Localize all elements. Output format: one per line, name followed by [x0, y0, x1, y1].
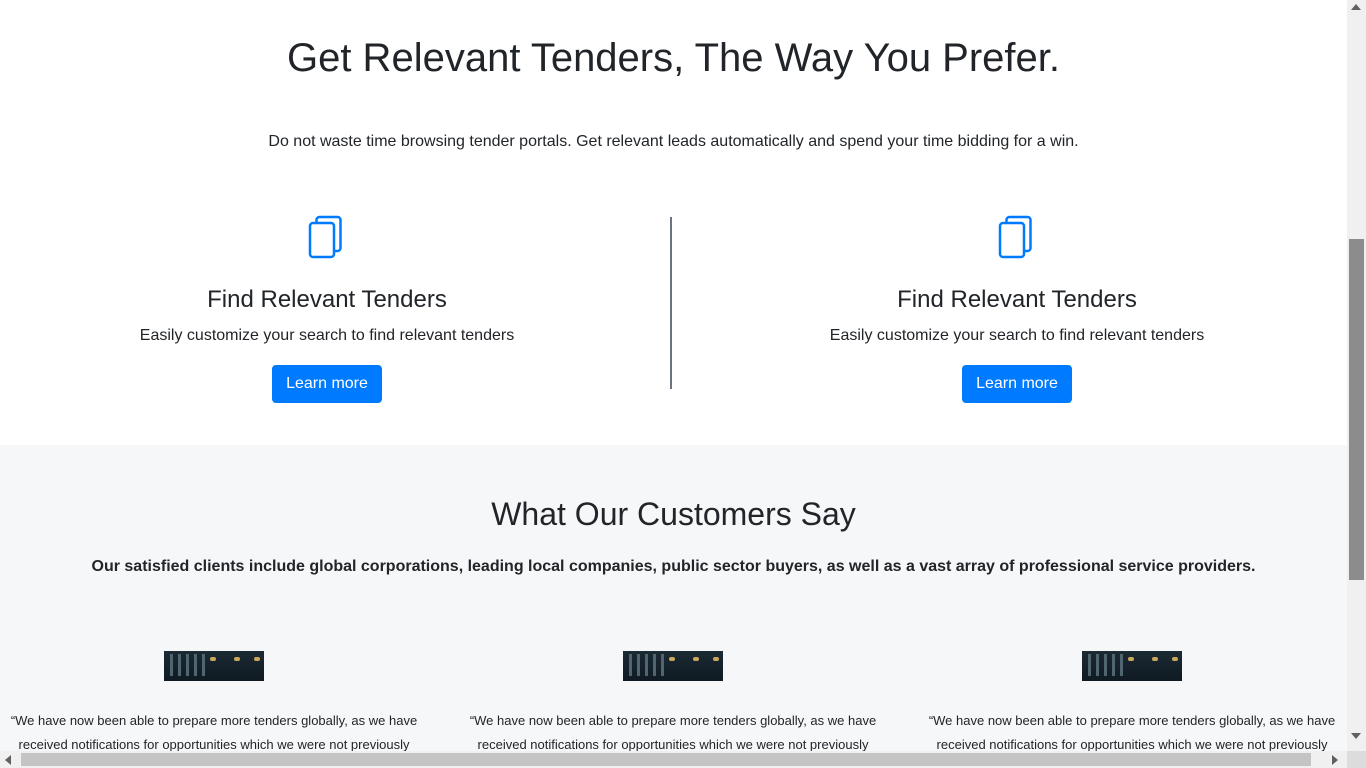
- hero-section: Get Relevant Tenders, The Way You Prefer…: [0, 0, 1347, 445]
- vertical-scroll-thumb[interactable]: [1349, 239, 1364, 580]
- testimonial-quote: “We have now been able to prepare more t…: [469, 713, 877, 751]
- page: Get Relevant Tenders, The Way You Prefer…: [0, 0, 1347, 751]
- testimonial-image: [623, 651, 723, 681]
- feature-text: Easily customize your search to find rel…: [139, 327, 515, 344]
- feature-card-1: Find Relevant Tenders Easily customize y…: [117, 215, 537, 403]
- scroll-up-arrow-icon[interactable]: [1351, 4, 1361, 10]
- scroll-down-arrow-icon[interactable]: [1351, 733, 1361, 739]
- testimonial-card: “We have now been able to prepare more t…: [922, 651, 1342, 751]
- feature-text: Easily customize your search to find rel…: [829, 327, 1205, 344]
- scroll-left-arrow-icon[interactable]: [5, 755, 11, 765]
- feature-card-2: Find Relevant Tenders Easily customize y…: [807, 215, 1227, 403]
- documents-icon: [998, 215, 1032, 259]
- horizontal-scrollbar[interactable]: [0, 751, 1347, 768]
- horizontal-scroll-thumb[interactable]: [21, 753, 1311, 766]
- testimonial-quote: “We have now been able to prepare more t…: [10, 713, 418, 751]
- testimonial-card: “We have now been able to prepare more t…: [4, 651, 424, 751]
- feature-title: Find Relevant Tenders: [207, 286, 447, 313]
- learn-more-button[interactable]: Learn more: [272, 365, 382, 403]
- vertical-scrollbar[interactable]: [1347, 0, 1366, 751]
- testimonials-section: What Our Customers Say Our satisfied cli…: [0, 445, 1347, 751]
- testimonial-image: [164, 651, 264, 681]
- scroll-right-arrow-icon[interactable]: [1332, 755, 1338, 765]
- testimonial-quote: “We have now been able to prepare more t…: [928, 713, 1336, 751]
- scrollbar-corner: [1347, 751, 1366, 768]
- feature-divider: [670, 217, 672, 389]
- testimonial-image: [1082, 651, 1182, 681]
- testimonials-subtitle: Our satisfied clients include global cor…: [91, 558, 1256, 575]
- hero-title: Get Relevant Tenders, The Way You Prefer…: [286, 36, 1061, 80]
- learn-more-button[interactable]: Learn more: [962, 365, 1072, 403]
- testimonial-card: “We have now been able to prepare more t…: [463, 651, 883, 751]
- documents-icon: [308, 215, 342, 259]
- hero-lead: Do not waste time browsing tender portal…: [268, 133, 1079, 150]
- testimonials-title: What Our Customers Say: [491, 496, 856, 532]
- feature-title: Find Relevant Tenders: [897, 286, 1137, 313]
